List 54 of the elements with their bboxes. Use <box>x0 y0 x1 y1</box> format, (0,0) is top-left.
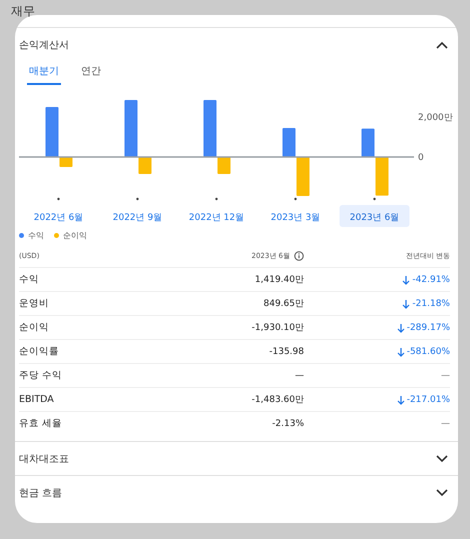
bar <box>296 157 310 196</box>
table-cell: -217.01% <box>406 394 450 404</box>
row-label: 순이익 <box>19 321 50 334</box>
table-cell-text: -1,483.60만 <box>250 394 304 406</box>
period-label[interactable]: 2022년 9월 <box>112 213 162 223</box>
page-title: 재무 <box>10 3 36 15</box>
row-label: EBITDA <box>19 394 55 405</box>
table-cell-text: -135.98 <box>268 346 304 356</box>
section-title[interactable]: 손익계산서 <box>19 38 69 52</box>
chevron-down-icon[interactable] <box>436 488 448 496</box>
bar <box>376 157 388 196</box>
period-label[interactable]: 2023년 3월 <box>270 213 320 223</box>
table-cell-text: -2.13% <box>271 418 304 428</box>
table-cell: -21.18% <box>412 298 450 308</box>
arrow-down-icon <box>402 298 410 308</box>
arrow-down-icon <box>396 346 405 356</box>
table-cell: -289.17% <box>406 322 450 332</box>
table-cell-text: -1,930.10만 <box>250 322 304 334</box>
bar <box>362 128 374 157</box>
arrow-down-icon <box>396 394 405 404</box>
row-label: 유효 세율 <box>19 417 64 430</box>
tick-mark <box>215 198 218 200</box>
section-title[interactable]: 대차대조표 <box>19 452 69 466</box>
tick-mark <box>136 198 139 200</box>
table-cell-text: 849.65만 <box>262 298 304 310</box>
row-label: 운영비 <box>19 297 50 310</box>
table-cell: — <box>441 370 450 380</box>
row-label: 순이익률 <box>19 345 60 358</box>
period-label[interactable]: 2022년 12월 <box>188 213 244 223</box>
axis-tick-label: 0 <box>418 153 424 163</box>
tick-mark <box>57 198 60 200</box>
legend-label: 수익 <box>28 230 44 241</box>
row-label: 수익 <box>19 273 40 286</box>
tab[interactable]: 연간 <box>79 61 103 85</box>
row-label: 주당 수익 <box>19 369 64 382</box>
tick-mark <box>294 198 297 200</box>
arrow-down-icon <box>396 322 405 332</box>
chevron-down-icon[interactable] <box>436 454 448 462</box>
tick-mark <box>373 198 376 200</box>
period-label[interactable]: 2023년 6월 <box>350 213 400 223</box>
legend-label: 순이익 <box>63 230 87 241</box>
tab[interactable]: 매분기 <box>27 61 61 85</box>
bar <box>282 128 296 157</box>
table-cell: — <box>441 418 450 428</box>
table-cell: -581.60% <box>406 346 450 356</box>
chevron-up-icon[interactable] <box>436 40 448 48</box>
section-title[interactable]: 현금 흐름 <box>19 486 62 500</box>
table-cell-text: — <box>294 370 304 380</box>
table-cell-text: 1,419.40만 <box>254 274 304 286</box>
info-icon[interactable] <box>294 251 304 261</box>
period-label[interactable]: 2022년 6월 <box>34 213 84 223</box>
axis-tick-label: 2,000만 <box>418 113 453 123</box>
arrow-down-icon <box>402 274 410 284</box>
table-cell: -42.91% <box>412 274 450 284</box>
